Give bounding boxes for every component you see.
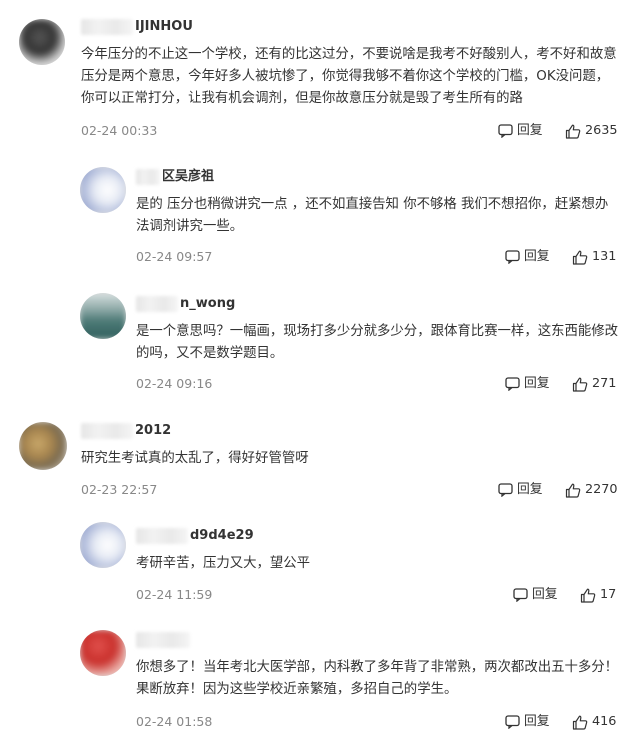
reply-item: 你想多了！当年考北大医学部，内科教了多年背了非常熟，两次都改出五十多分！果断放弃… [0,614,643,745]
reply-button[interactable]: 回复 [498,122,543,140]
username-text[interactable]: 区吴彦祖 [162,169,214,184]
reply-button[interactable]: 回复 [505,248,550,266]
comment-text: 今年压分的不止这一个学校，还有的比这过分，不要说啥是我考不好酸别人，考不好和故意… [81,47,617,106]
comment-text: 是的 压分也稍微讲究一点 ，还不如直接告知 你不够格 我们不想招你，赶紧想办法调… [136,197,609,234]
thumbs-up-icon [572,715,588,730]
avatar[interactable] [80,522,126,568]
reply-label: 回复 [517,482,543,497]
reply-label: 回复 [524,249,550,264]
timestamp: 02-24 01:58 [136,714,213,729]
like-count: 2635 [585,123,618,138]
reply-label: 回复 [517,123,543,138]
reply-button[interactable]: 回复 [498,481,543,499]
like-button[interactable]: 271 [572,375,616,393]
reply-item: 区吴彦祖 是的 压分也稍微讲究一点 ，还不如直接告知 你不够格 我们不想招你，赶… [0,150,643,275]
username-text[interactable]: d9d4e29 [190,528,254,543]
like-count: 17 [600,587,617,602]
like-button[interactable]: 2635 [565,122,618,140]
avatar[interactable] [80,293,126,339]
username-text[interactable]: IJINHOU [135,19,193,34]
comment-icon [498,483,513,497]
like-button[interactable]: 2270 [565,481,618,499]
timestamp: 02-23 22:57 [81,482,158,497]
timestamp: 02-24 09:16 [136,376,213,391]
thumbs-up-icon [565,124,581,139]
reply-label: 回复 [524,714,550,729]
thumbs-up-icon [565,483,581,498]
comment-text: 考研辛苦，压力又大，望公平 [136,556,311,571]
username-text[interactable]: n_wong [180,296,235,311]
comment-icon [513,588,528,602]
username[interactable]: IJINHOU [81,17,193,37]
like-count: 416 [592,714,617,729]
like-button[interactable]: 131 [572,248,616,266]
like-button[interactable]: 416 [572,713,616,731]
comment-icon [505,377,520,391]
like-count: 131 [592,249,617,264]
timestamp: 02-24 00:33 [81,123,158,138]
avatar[interactable] [19,422,67,470]
username-text[interactable]: 2012 [135,423,171,438]
avatar[interactable] [19,19,65,65]
comment-icon [498,124,513,138]
comment-icon [505,250,520,264]
username[interactable] [136,630,192,650]
comment-item: 2012 研究生考试真的太乱了，得好好管管呀 02-23 22:57 回复 22… [0,401,643,504]
reply-item: d9d4e29 考研辛苦，压力又大，望公平 02-24 11:59 回复 17 [0,504,643,614]
username[interactable]: 区吴彦祖 [136,167,214,187]
username[interactable]: 2012 [81,421,171,441]
timestamp: 02-24 11:59 [136,587,213,602]
reply-button[interactable]: 回复 [505,375,550,393]
like-count: 2270 [585,482,618,497]
comment-text: 研究生考试真的太乱了，得好好管管呀 [81,451,309,466]
comment-text: 你想多了！当年考北大医学部，内科教了多年背了非常熟，两次都改出五十多分！果断放弃… [136,660,619,697]
comment-text: 是一个意思吗？一幅画，现场打多少分就多少分，跟体育比赛一样，这东西能修改的吗，又… [136,324,619,361]
like-count: 271 [592,376,617,391]
comment-item: IJINHOU 今年压分的不止这一个学校，还有的比这过分，不要说啥是我考不好酸别… [0,0,643,150]
timestamp: 02-24 09:57 [136,249,213,264]
reply-button[interactable]: 回复 [513,586,558,604]
reply-item: n_wong 是一个意思吗？一幅画，现场打多少分就多少分，跟体育比赛一样，这东西… [0,275,643,401]
comment-icon [505,715,520,729]
reply-label: 回复 [532,587,558,602]
like-button[interactable]: 17 [580,586,616,604]
avatar[interactable] [80,630,126,676]
thumbs-up-icon [580,588,596,603]
username[interactable]: d9d4e29 [136,526,254,546]
reply-label: 回复 [524,376,550,391]
avatar[interactable] [80,167,126,213]
thumbs-up-icon [572,377,588,392]
username[interactable]: n_wong [136,294,235,314]
thumbs-up-icon [572,250,588,265]
reply-button[interactable]: 回复 [505,713,550,731]
